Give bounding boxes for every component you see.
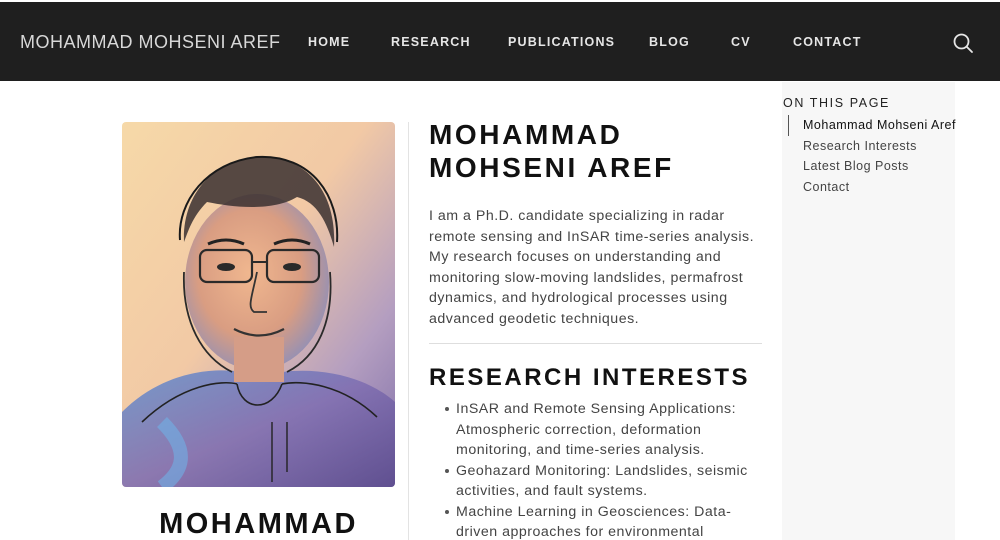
column-divider: [408, 122, 409, 540]
nav-cv[interactable]: CV: [731, 35, 751, 49]
profile-name: MOHAMMAD: [159, 508, 358, 540]
search-button[interactable]: [951, 31, 975, 55]
toc-item-contact[interactable]: Contact: [782, 177, 955, 198]
profile-portrait-image: [122, 122, 395, 487]
site-brand-link[interactable]: MOHAMMAD MOHSENI AREF: [20, 32, 281, 53]
toc-title: ON THIS PAGE: [783, 96, 890, 110]
on-this-page-sidebar: ON THIS PAGE Mohammad Mohseni Aref Resea…: [782, 82, 955, 540]
main-content: MOHAMMAD MOHSENI AREF I am a Ph.D. candi…: [429, 118, 764, 540]
nav-home[interactable]: HOME: [308, 35, 350, 49]
top-navbar: MOHAMMAD MOHSENI AREF HOME RESEARCH PUBL…: [0, 0, 1000, 81]
toc-item-latest-blog-posts[interactable]: Latest Blog Posts: [782, 156, 955, 177]
section-divider: [429, 343, 762, 344]
nav-research[interactable]: RESEARCH: [391, 35, 471, 49]
page-title: MOHAMMAD MOHSENI AREF: [429, 119, 674, 183]
intro-paragraph: I am a Ph.D. candidate specializing in r…: [429, 208, 755, 327]
nav-blog[interactable]: BLOG: [649, 35, 690, 49]
toc-item-mohammad-mohseni-aref[interactable]: Mohammad Mohseni Aref: [788, 115, 955, 136]
toc-item-research-interests[interactable]: Research Interests: [782, 136, 955, 157]
list-item: InSAR and Remote Sensing Applications: A…: [445, 399, 764, 461]
list-item: Machine Learning in Geosciences: Data-dr…: [445, 502, 764, 540]
research-interests-list: InSAR and Remote Sensing Applications: A…: [429, 399, 764, 540]
nav-contact[interactable]: CONTACT: [793, 35, 862, 49]
toc-list: Mohammad Mohseni Aref Research Interests…: [782, 115, 955, 197]
list-item: Geohazard Monitoring: Landslides, seismi…: [445, 461, 764, 502]
search-icon: [953, 33, 973, 53]
nav-publications[interactable]: PUBLICATIONS: [508, 35, 615, 49]
research-interests-heading: RESEARCH INTERESTS: [429, 364, 751, 391]
